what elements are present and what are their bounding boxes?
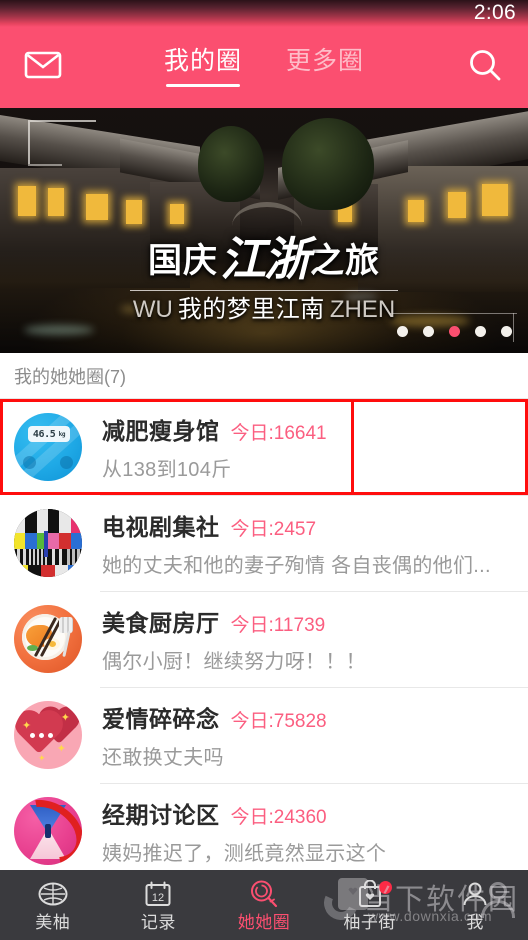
- list-item-body: 爱情碎碎念 今日:75828 还敢换丈夫吗: [82, 700, 528, 770]
- banner-dot[interactable]: [423, 326, 434, 337]
- banner-pagination: [389, 313, 517, 342]
- banner-reflection: [24, 325, 94, 335]
- tab-my-circles[interactable]: 我的圈: [164, 48, 242, 87]
- banner-divider: [130, 290, 398, 291]
- circle-list: 46.5 kg 减肥瘦身馆 今日:16641 从138到104斤 电视剧集社 今…: [0, 399, 528, 879]
- pomelo-icon: [38, 879, 68, 909]
- list-item-subtitle: 从138到104斤: [102, 459, 232, 481]
- hourglass-icon: [14, 797, 82, 865]
- svg-text:12: 12: [152, 892, 164, 904]
- banner-title-script: 江浙: [220, 234, 310, 285]
- banner-tree: [198, 126, 264, 202]
- banner-dot[interactable]: [501, 326, 512, 337]
- banner-window: [170, 204, 184, 224]
- banner-sub-right: ZHEN: [329, 296, 396, 323]
- list-item-count: 今日:16641: [230, 423, 327, 444]
- banner-title: 国庆 江浙 之旅: [148, 234, 380, 285]
- banner-subtitle: WU 我的梦里江南 ZHEN: [133, 298, 395, 322]
- list-item-body: 减肥瘦身馆 今日:16641 从138到104斤: [82, 412, 525, 482]
- notification-badge: [378, 881, 392, 894]
- lollipop-icon: [249, 879, 279, 909]
- list-item-title: 减肥瘦身馆: [102, 418, 220, 444]
- list-item-count: 今日:75828: [230, 711, 327, 732]
- list-item-title: 美食厨房厅: [102, 610, 220, 636]
- scale-display: 46.5 kg: [28, 426, 70, 442]
- list-item-title: 电视剧集社: [102, 514, 220, 540]
- list-item-count: 今日:2457: [230, 519, 317, 540]
- list-item-count: 今日:24360: [230, 807, 327, 828]
- mail-button[interactable]: [0, 50, 86, 85]
- tab-shop[interactable]: 柚子街: [317, 870, 423, 940]
- app-header: 我的圈 更多圈: [0, 27, 528, 108]
- weight-scale-icon: 46.5 kg: [14, 413, 82, 481]
- banner-window: [408, 200, 424, 222]
- app-screen: 2:06 我的圈 更多圈 国庆 江浙 之旅 WU 我的梦里江南 ZHEN 我的她…: [0, 0, 528, 940]
- list-item-subtitle: 她的丈夫和他的妻子殉情 各自丧偶的他们...: [102, 555, 491, 577]
- person-icon: [461, 879, 489, 909]
- banner-dot[interactable]: [397, 326, 408, 337]
- list-item-subtitle: 还敢换丈夫吗: [102, 747, 224, 769]
- banner-window: [18, 186, 36, 216]
- banner-dot-active[interactable]: [449, 326, 460, 337]
- status-bar: 2:06: [0, 0, 528, 27]
- banner-tree: [282, 118, 374, 210]
- list-item[interactable]: ✦ ✦ ✦ ✦ 爱情碎碎念 今日:75828 还敢换丈夫吗: [0, 687, 528, 783]
- tab-label: 美柚: [35, 913, 71, 932]
- header-tabs: 我的圈 更多圈: [86, 48, 442, 87]
- list-item[interactable]: 美食厨房厅 今日:11739 偶尔小厨！继续努力呀！！！: [0, 591, 528, 687]
- banner-window: [126, 200, 142, 224]
- tab-label: 记录: [140, 913, 176, 932]
- list-item-body: 美食厨房厅 今日:11739 偶尔小厨！继续努力呀！！！: [82, 604, 528, 674]
- list-item-title: 爱情碎碎念: [102, 706, 220, 732]
- banner-text-block: 国庆 江浙 之旅 WU 我的梦里江南 ZHEN: [0, 234, 528, 322]
- banner-window: [86, 194, 108, 220]
- list-item[interactable]: 电视剧集社 今日:2457 她的丈夫和他的妻子殉情 各自丧偶的他们...: [0, 495, 528, 591]
- list-item-subtitle: 姨妈推迟了，测纸竟然显示这个: [102, 843, 387, 865]
- promo-banner[interactable]: 国庆 江浙 之旅 WU 我的梦里江南 ZHEN: [0, 108, 528, 353]
- search-icon: [467, 47, 503, 88]
- list-item[interactable]: 46.5 kg 减肥瘦身馆 今日:16641 从138到104斤: [0, 399, 528, 501]
- tab-label: 她她圈: [237, 913, 291, 932]
- bottom-navigation: 美柚 12 记录 她她圈 柚子街 我 当下软件园 www.downxia.com: [0, 870, 528, 940]
- tab-label: 柚子街: [343, 913, 396, 932]
- mail-icon: [24, 50, 62, 85]
- banner-window: [448, 192, 466, 218]
- tab-circles[interactable]: 她她圈: [211, 870, 317, 940]
- tab-meiyou[interactable]: 美柚: [0, 870, 106, 940]
- banner-sub-left: WU: [132, 296, 173, 323]
- food-plate-icon: [14, 605, 82, 673]
- tab-more-circles[interactable]: 更多圈: [286, 48, 364, 87]
- list-item-count: 今日:11739: [230, 615, 326, 636]
- list-item-body: 电视剧集社 今日:2457 她的丈夫和他的妻子殉情 各自丧偶的他们...: [82, 508, 528, 578]
- banner-window: [482, 184, 508, 216]
- section-title: 我的她她圈(7): [14, 366, 126, 387]
- banner-title-prefix: 国庆: [148, 242, 218, 280]
- banner-sub-center: 我的梦里江南: [177, 296, 325, 323]
- search-button[interactable]: [442, 47, 528, 88]
- banner-corner-decoration: [28, 120, 96, 166]
- section-header: 我的她她圈(7): [0, 353, 528, 398]
- list-item-body: 经期讨论区 今日:24360 姨妈推迟了，测纸竟然显示这个: [82, 796, 528, 866]
- tab-profile[interactable]: 我: [422, 870, 528, 940]
- list-item-title: 经期讨论区: [102, 802, 220, 828]
- list-item-subtitle: 偶尔小厨！继续努力呀！！！: [102, 651, 366, 673]
- banner-title-suffix: 之旅: [310, 242, 380, 280]
- calendar-icon: 12: [144, 879, 172, 909]
- heart-chat-icon: ✦ ✦ ✦ ✦: [14, 701, 82, 769]
- tab-label: 我: [466, 913, 484, 932]
- status-time: 2:06: [473, 1, 516, 24]
- banner-dot[interactable]: [475, 326, 486, 337]
- shop-bag-icon: [357, 879, 383, 909]
- list-item[interactable]: 经期讨论区 今日:24360 姨妈推迟了，测纸竟然显示这个: [0, 783, 528, 879]
- banner-window: [48, 188, 64, 216]
- tab-record[interactable]: 12 记录: [106, 870, 212, 940]
- tv-test-pattern-icon: [14, 509, 82, 577]
